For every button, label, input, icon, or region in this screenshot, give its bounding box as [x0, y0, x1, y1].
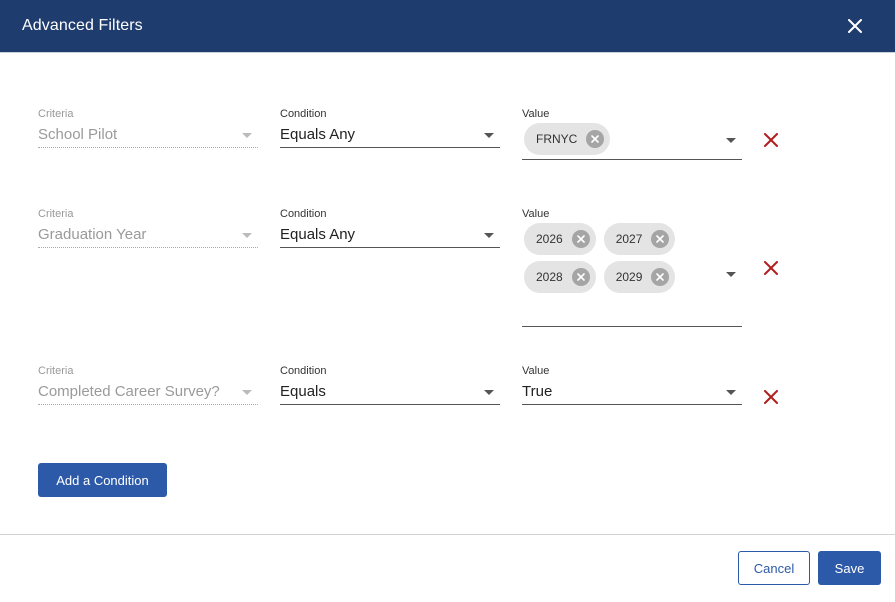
criteria-select: School Pilot	[38, 123, 258, 148]
close-icon	[848, 19, 862, 33]
save-button[interactable]: Save	[818, 551, 881, 585]
caret-down-icon[interactable]	[484, 133, 494, 138]
value-field: Value True	[522, 364, 742, 405]
value-chip: FRNYC	[524, 123, 611, 155]
footer-divider	[0, 534, 895, 535]
caret-down-icon	[242, 390, 252, 395]
value-select[interactable]: True	[522, 380, 742, 405]
value-label: Value	[522, 108, 550, 120]
caret-down-icon[interactable]	[484, 390, 494, 395]
chip-label: 2028	[536, 270, 563, 284]
condition-label: Condition	[280, 108, 327, 120]
chip-remove-button[interactable]	[651, 230, 670, 248]
dialog-title: Advanced Filters	[22, 17, 143, 34]
caret-down-icon[interactable]	[726, 138, 736, 143]
caret-down-icon	[242, 233, 252, 238]
condition-select[interactable]: Equals	[280, 380, 500, 405]
condition-field: Condition Equals	[280, 364, 500, 405]
value-chip: 2027	[603, 223, 676, 255]
criteria-value: Graduation Year	[38, 226, 147, 243]
x-icon	[764, 390, 778, 404]
value-field: Value FRNYC	[522, 107, 742, 160]
condition-select[interactable]: Equals Any	[280, 123, 500, 148]
cancel-button[interactable]: Cancel	[738, 551, 810, 585]
condition-label: Condition	[280, 208, 327, 220]
criteria-label: Criteria	[38, 365, 74, 377]
chip-remove-button[interactable]	[571, 268, 590, 286]
condition-label: Condition	[280, 365, 327, 377]
value-field: Value 2026 2027 2028 2029	[522, 207, 742, 327]
criteria-select: Graduation Year	[38, 223, 258, 248]
condition-value: Equals	[280, 383, 326, 400]
chip-label: 2027	[615, 232, 643, 246]
value-text: True	[522, 383, 553, 400]
chip-label: 2026	[536, 232, 563, 246]
dialog-header: Advanced Filters	[0, 0, 895, 52]
chip-remove-button[interactable]	[571, 230, 590, 248]
x-circle-icon	[576, 235, 585, 243]
value-select[interactable]: 2026 2027 2028 2029	[522, 221, 742, 327]
criteria-value: School Pilot	[38, 126, 118, 143]
chip-label: 2029	[615, 270, 643, 284]
value-label: Value	[522, 208, 550, 220]
value-chip: 2029	[603, 261, 676, 293]
x-icon	[764, 261, 778, 275]
x-circle-icon	[591, 135, 600, 143]
condition-value: Equals Any	[280, 126, 356, 143]
chip-label: FRNYC	[536, 132, 578, 146]
add-condition-button[interactable]: Add a Condition	[38, 463, 167, 497]
criteria-label: Criteria	[38, 108, 74, 120]
header-divider	[0, 52, 895, 53]
criteria-label: Criteria	[38, 208, 74, 220]
criteria-field: Criteria Graduation Year	[38, 207, 258, 248]
x-circle-icon	[656, 235, 665, 243]
caret-down-icon[interactable]	[484, 233, 494, 238]
delete-condition-button[interactable]	[762, 259, 780, 277]
close-button[interactable]	[845, 16, 865, 36]
chip-remove-button[interactable]	[586, 130, 605, 148]
criteria-select: Completed Career Survey?	[38, 380, 258, 405]
value-chip: 2028	[524, 261, 596, 293]
chip-remove-button[interactable]	[651, 268, 670, 286]
caret-down-icon	[242, 133, 252, 138]
x-icon	[764, 133, 778, 147]
delete-condition-button[interactable]	[762, 388, 780, 406]
condition-field: Condition Equals Any	[280, 207, 500, 248]
value-label: Value	[522, 365, 550, 377]
criteria-value: Completed Career Survey?	[38, 383, 220, 400]
condition-select[interactable]: Equals Any	[280, 223, 500, 248]
value-chip: 2026	[524, 223, 596, 255]
x-circle-icon	[656, 273, 665, 281]
caret-down-icon[interactable]	[726, 390, 736, 395]
delete-condition-button[interactable]	[762, 131, 780, 149]
criteria-field: Criteria Completed Career Survey?	[38, 364, 258, 405]
condition-field: Condition Equals Any	[280, 107, 500, 148]
condition-value: Equals Any	[280, 226, 356, 243]
value-select[interactable]: FRNYC	[522, 121, 742, 160]
criteria-field: Criteria School Pilot	[38, 107, 258, 148]
x-circle-icon	[576, 273, 585, 281]
caret-down-icon[interactable]	[726, 272, 736, 277]
